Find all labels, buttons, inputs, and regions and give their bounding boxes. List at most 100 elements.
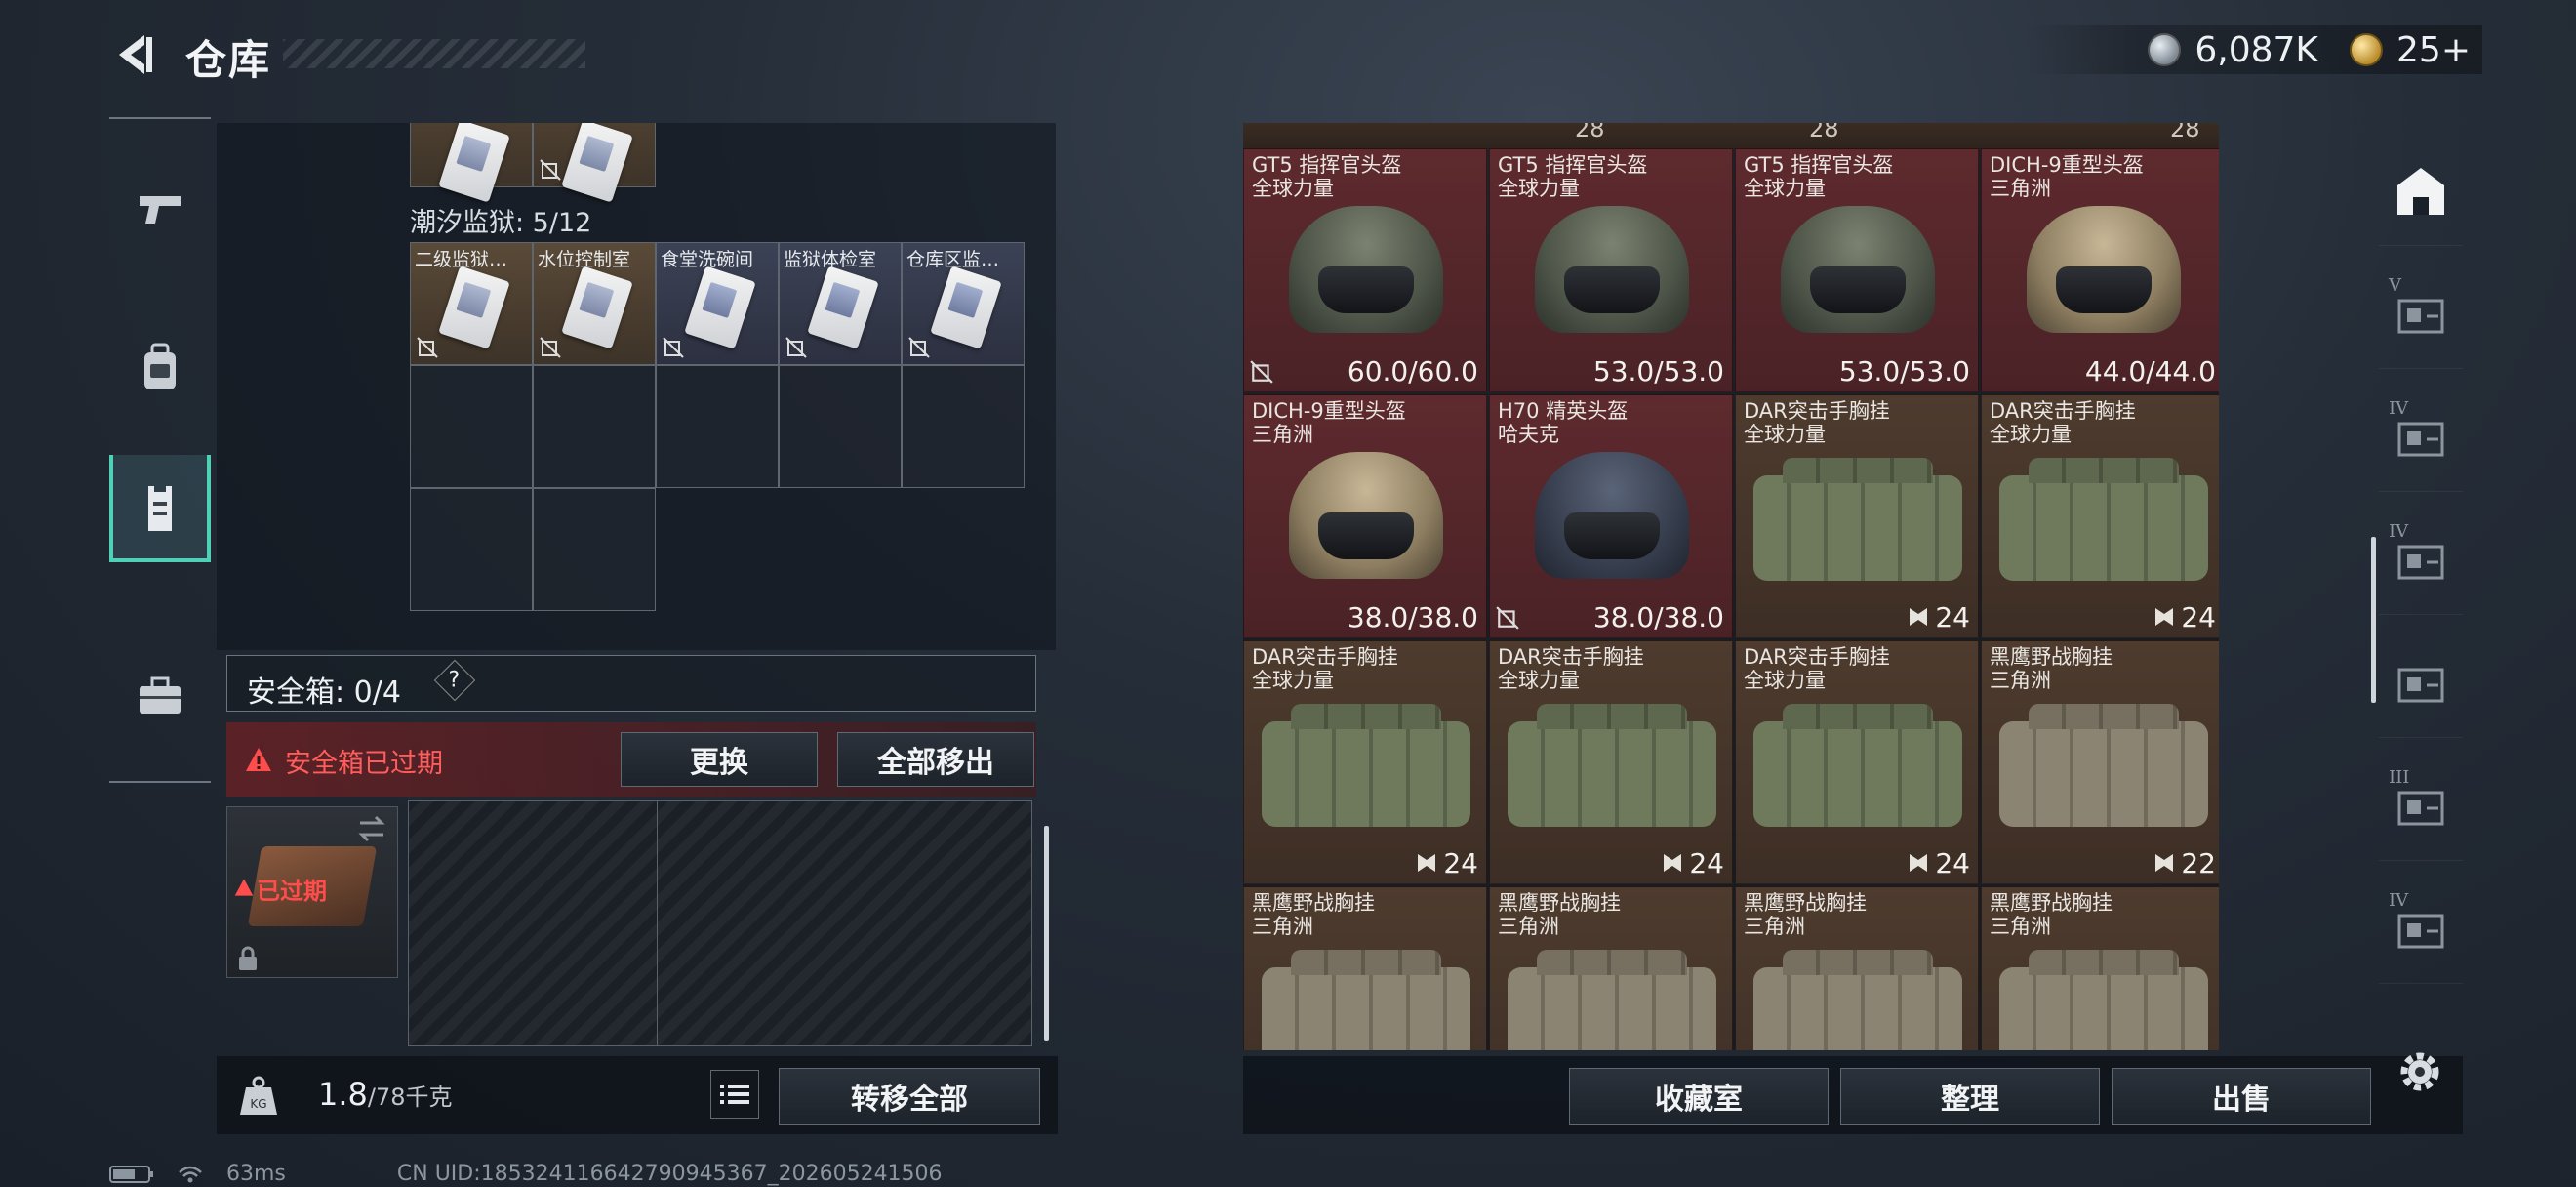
ping: 63ms: [226, 1162, 286, 1186]
stash-item-tile[interactable]: 黑鹰野战胸挂 三角洲: [1735, 886, 1979, 1050]
no-trade-icon: [908, 337, 930, 358]
nav-toolbox[interactable]: [109, 642, 211, 750]
list-view-button[interactable]: [710, 1070, 759, 1119]
replace-button[interactable]: 更换: [621, 732, 818, 787]
item-origin: 全球力量: [1744, 177, 1826, 200]
weight-max: /78: [367, 1084, 406, 1111]
nav-vest[interactable]: [109, 455, 211, 562]
item-name: GT5 指挥官头盔: [1252, 153, 1402, 177]
item-name: DAR突击手胸挂: [1744, 399, 1890, 423]
empty-cell[interactable]: [410, 365, 533, 488]
weight-readout: 1.8/78千克: [318, 1076, 453, 1113]
stash-tab[interactable]: V: [2379, 260, 2463, 369]
item-name: 黑鹰野战胸挂: [1252, 891, 1375, 915]
capacity-value: 24: [2181, 601, 2216, 634]
battery-icon: [109, 1165, 153, 1183]
durability-value: 38.0/38.0: [1592, 601, 1724, 634]
stash-item-tile[interactable]: H70 精英头盔 哈夫克 38.0/38.0: [1489, 394, 1733, 638]
left-scrollbar[interactable]: [1044, 826, 1049, 1041]
stash-item-tile[interactable]: DAR突击手胸挂 全球力量 24: [1489, 640, 1733, 884]
keycard-cell[interactable]: 仓库区监…: [902, 242, 1025, 365]
stash-tab[interactable]: IV: [2379, 383, 2463, 492]
empty-cell[interactable]: [902, 365, 1025, 488]
stash-scrollbar[interactable]: [2371, 537, 2376, 703]
item-name: 黑鹰野战胸挂: [1990, 891, 2113, 915]
weight-unit: 千克: [405, 1084, 453, 1111]
nav-backpack[interactable]: [109, 314, 211, 422]
item-name: DAR突击手胸挂: [1252, 645, 1398, 669]
keycard-cell[interactable]: 食堂洗碗间: [656, 242, 779, 365]
stash-tab[interactable]: [2379, 629, 2463, 738]
tier-label: V: [2389, 275, 2401, 296]
settings-gear-icon[interactable]: [2393, 1044, 2447, 1099]
sell-button[interactable]: 出售: [2112, 1068, 2371, 1125]
empty-cell[interactable]: [533, 488, 656, 611]
empty-cell[interactable]: [533, 365, 656, 488]
chest-rig-icon: [1999, 475, 2208, 581]
keycard-icon: [561, 123, 633, 203]
title-decoration: [283, 39, 585, 68]
stash-item-tile[interactable]: DICH-9重型头盔 三角洲 44.0/44.0: [1981, 148, 2219, 392]
stash-item-tile[interactable]: 黑鹰野战胸挂 三角洲: [1489, 886, 1733, 1050]
stash-tab[interactable]: III: [2379, 752, 2463, 861]
safe-expired-bar: 安全箱已过期 更换 全部移出: [226, 722, 1036, 797]
zone-label: 潮汐监狱: 5/12: [410, 208, 592, 238]
stash-item-tile[interactable]: 黑鹰野战胸挂 三角洲: [1981, 886, 2219, 1050]
stash-tab[interactable]: IV: [2379, 875, 2463, 984]
durability-value: 60.0/60.0: [1347, 355, 1478, 388]
capacity-value: 22: [2181, 847, 2216, 880]
stash-item-tile[interactable]: GT5 指挥官头盔 全球力量 60.0/60.0: [1243, 148, 1487, 392]
collection-button[interactable]: 收藏室: [1569, 1068, 1829, 1125]
vest-icon: [148, 486, 172, 531]
keycard-cell[interactable]: 二级监狱…: [410, 242, 533, 365]
chest-rig-icon: [1508, 721, 1716, 827]
safe-expired-text: 安全箱已过期: [285, 749, 443, 779]
remove-all-button[interactable]: 全部移出: [837, 732, 1034, 787]
stash-item-tile[interactable]: 黑鹰野战胸挂 三角洲 22: [1981, 640, 2219, 884]
stash-item-tile[interactable]: 黑鹰野战胸挂 三角洲: [1243, 886, 1487, 1050]
stash-item-tile[interactable]: DICH-9重型头盔 三角洲 38.0/38.0: [1243, 394, 1487, 638]
empty-cell[interactable]: [656, 365, 779, 488]
stash-item-tile[interactable]: DAR突击手胸挂 全球力量 24: [1735, 640, 1979, 884]
stash-item-tile[interactable]: DAR突击手胸挂 全球力量 24: [1735, 394, 1979, 638]
chest-rig-icon: [1262, 721, 1470, 827]
item-name: 黑鹰野战胸挂: [1498, 891, 1621, 915]
stash-top-row: 28 28 28: [1243, 123, 2219, 148]
item-origin: 三角洲: [1252, 423, 1313, 446]
stash-item-tile[interactable]: DAR突击手胸挂 全球力量 24: [1981, 394, 2219, 638]
chest-rig-icon: [1999, 721, 2208, 827]
keycard-cell[interactable]: 水位控制室: [533, 242, 656, 365]
nav-weapons[interactable]: [109, 154, 211, 262]
durability-value: 53.0/53.0: [1592, 355, 1724, 388]
stash-item-tile[interactable]: GT5 指挥官头盔 全球力量 53.0/53.0: [1735, 148, 1979, 392]
tier-label: IV: [2389, 521, 2409, 542]
slots-icon: [1418, 854, 1435, 872]
grid-cell[interactable]: [410, 123, 533, 203]
stash-tab[interactable]: IV: [2379, 506, 2463, 615]
keycard-cell[interactable]: 监狱体检室: [779, 242, 902, 365]
grid-cell[interactable]: [533, 123, 656, 203]
currency-bar: 6,087K 25+: [2024, 25, 2482, 74]
item-origin: 三角洲: [1990, 177, 2051, 200]
back-button[interactable]: [105, 27, 164, 82]
weight-icon: KG: [240, 1076, 277, 1115]
help-icon[interactable]: ?: [433, 659, 476, 702]
organize-button[interactable]: 整理: [1840, 1068, 2100, 1125]
safe-box-item[interactable]: 已过期: [226, 806, 398, 978]
safe-storage-grid[interactable]: [408, 800, 1032, 1046]
stash-tab[interactable]: [2379, 137, 2463, 246]
backpack-icon: [144, 343, 176, 389]
stash-item-tile[interactable]: DAR突击手胸挂 全球力量 24: [1243, 640, 1487, 884]
gold-balance[interactable]: 25+: [2396, 30, 2471, 70]
transfer-all-button[interactable]: 转移全部: [779, 1068, 1040, 1125]
helmet-icon: [1535, 452, 1689, 579]
stash-item-tile[interactable]: GT5 指挥官头盔 全球力量 53.0/53.0: [1489, 148, 1733, 392]
empty-cell[interactable]: [779, 365, 902, 488]
helmet-visor: [1318, 512, 1414, 559]
keycard-icon: [684, 266, 756, 349]
list-icon: [720, 1085, 749, 1104]
warning-icon: [246, 748, 271, 771]
chest-rig-icon: [1999, 967, 2208, 1050]
slots-icon: [1664, 854, 1681, 872]
empty-cell[interactable]: [410, 488, 533, 611]
